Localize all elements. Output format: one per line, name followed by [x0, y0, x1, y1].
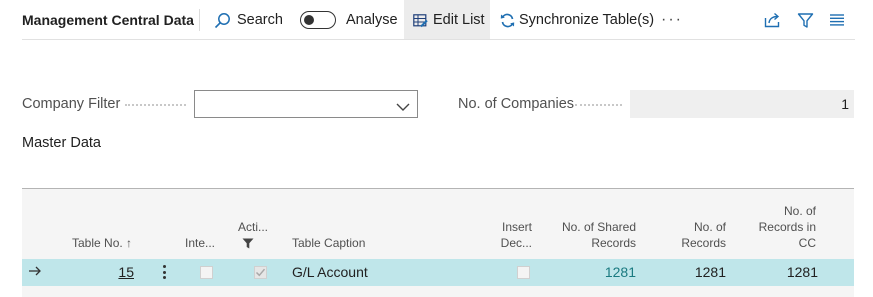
sync-label: Synchronize Table(s)	[519, 12, 655, 28]
more-vertical-icon[interactable]	[163, 265, 167, 281]
cell-shared-records[interactable]: 1281	[536, 259, 636, 286]
column-header-inte[interactable]: Inte...	[185, 235, 215, 251]
cell-table-caption[interactable]: G/L Account	[292, 259, 368, 286]
header-line: Records	[591, 236, 636, 250]
edit-list-button[interactable]: Edit List	[404, 0, 490, 40]
column-header-records[interactable]: No. of Records	[646, 219, 726, 251]
edit-list-label: Edit List	[433, 12, 485, 28]
column-header-insert-dec[interactable]: Insert Dec...	[472, 219, 532, 251]
synchronize-tables-button[interactable]: Synchronize Table(s)	[500, 0, 654, 40]
chevron-down-icon	[396, 99, 410, 115]
more-actions-button[interactable]: ···	[661, 0, 683, 40]
header-line: Records in	[758, 220, 816, 234]
field-dots	[575, 104, 622, 106]
toggle-knob	[304, 14, 314, 25]
column-filter-icon	[242, 236, 254, 252]
company-filter-select[interactable]	[194, 90, 418, 118]
field-dots	[125, 104, 186, 106]
share-icon	[764, 12, 781, 28]
no-of-companies-value: 1	[630, 90, 854, 118]
list-view-button[interactable]	[829, 0, 845, 40]
column-header-table-no[interactable]: Table No. ↑	[72, 235, 132, 251]
cell-insert-dec-checkbox[interactable]	[517, 266, 530, 279]
toggle-switch[interactable]	[300, 11, 336, 29]
header-line: Dec...	[500, 236, 532, 250]
cell-acti-checkbox[interactable]	[254, 266, 267, 279]
cell-inte-checkbox[interactable]	[200, 266, 213, 279]
page-title: Management Central Data	[22, 12, 194, 28]
column-header-records-in-cc[interactable]: No. of Records in CC	[736, 203, 816, 251]
toolbar-divider	[199, 9, 200, 31]
share-button[interactable]	[764, 0, 781, 40]
analyse-toggle[interactable]: Analyse	[300, 0, 398, 40]
filter-icon	[797, 12, 814, 29]
list-icon	[829, 13, 845, 27]
header-line: No. of	[693, 220, 726, 234]
header-line: Insert	[501, 220, 532, 234]
search-button[interactable]: Search	[214, 0, 283, 40]
cell-records-in-cc: 1281	[786, 264, 818, 280]
table-row[interactable]: 15 G/L Account 1281 1281 1281	[22, 259, 854, 286]
filter-button[interactable]	[797, 0, 814, 40]
section-title: Master Data	[22, 135, 101, 151]
toolbar-divider-line	[22, 39, 855, 40]
table-top-border	[22, 188, 854, 189]
column-header-acti[interactable]: Acti...	[238, 219, 268, 235]
search-icon	[214, 12, 231, 29]
cell-table-no[interactable]: 15	[82, 259, 134, 286]
sync-icon	[500, 13, 515, 28]
no-of-companies-label: No. of Companies	[458, 96, 575, 112]
arrow-right-icon	[28, 264, 42, 281]
cell-records: 1281	[694, 264, 726, 280]
header-line: No. of Shared	[561, 220, 636, 234]
column-header-table-caption[interactable]: Table Caption	[292, 235, 365, 251]
header-line: CC	[798, 236, 816, 250]
edit-list-icon	[413, 13, 428, 28]
company-filter-label: Company Filter	[22, 96, 121, 112]
header-line: No. of	[783, 204, 816, 218]
search-label: Search	[237, 12, 283, 28]
analyse-label: Analyse	[346, 12, 398, 28]
header-line: Records	[681, 236, 726, 250]
column-header-shared-records[interactable]: No. of Shared Records	[536, 219, 636, 251]
action-bar: Management Central Data Search Analyse E…	[0, 0, 873, 40]
